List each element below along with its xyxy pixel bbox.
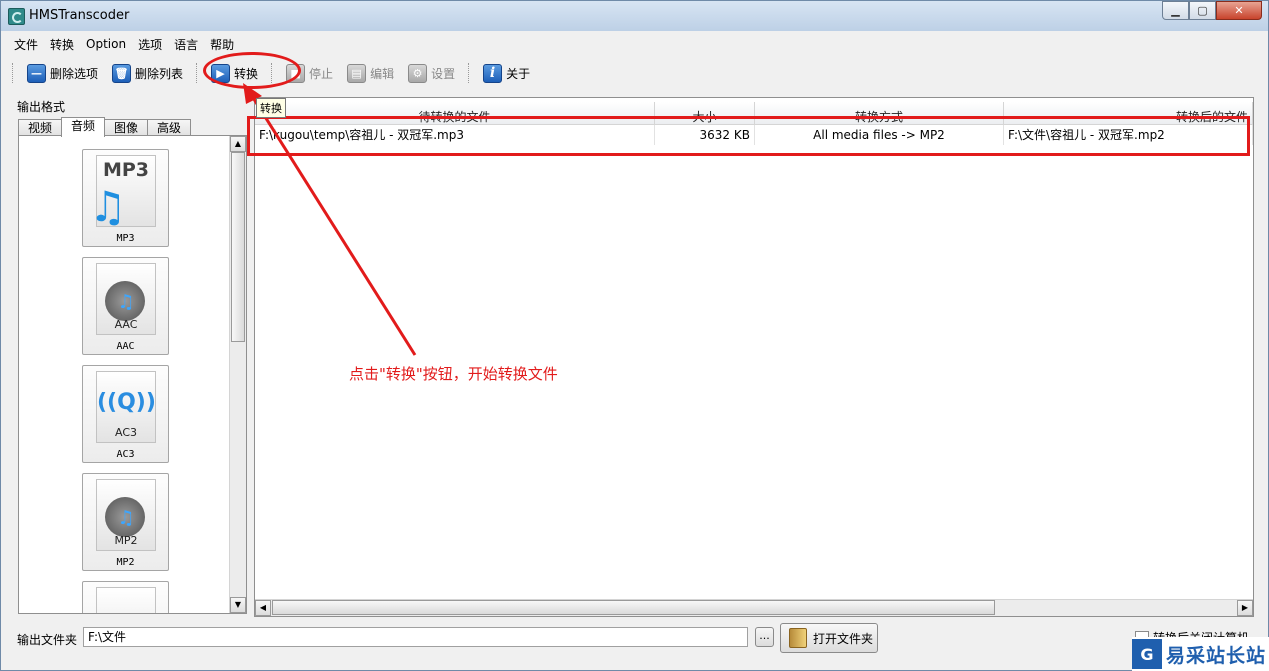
convert-tooltip: 转换	[256, 98, 286, 118]
watermark-logo: G	[1132, 639, 1162, 669]
annotation-text: 点击"转换"按钮，开始转换文件	[349, 365, 558, 383]
watermark-text: 易采站长站	[1166, 644, 1267, 667]
tab-audio[interactable]: 音频	[61, 117, 106, 137]
watermark: G 易采站长站	[1132, 637, 1269, 671]
annotation-arrow	[243, 83, 417, 356]
